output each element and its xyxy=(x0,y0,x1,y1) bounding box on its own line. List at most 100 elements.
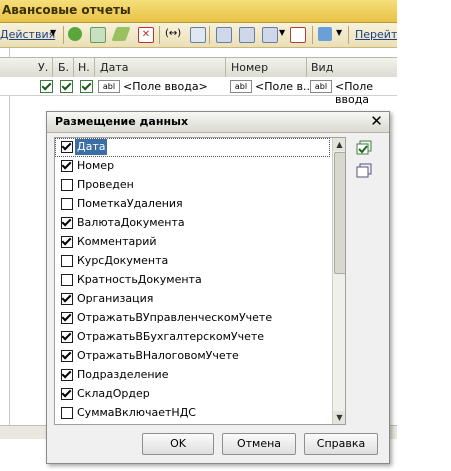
list-item[interactable]: ОтражатьВНалоговомУчете xyxy=(55,347,330,366)
cancel-button[interactable]: Отмена xyxy=(222,433,296,455)
grid-header: У. Б. Н. Дата Номер Вид поступления xyxy=(0,57,397,87)
delete-icon[interactable]: ✕ xyxy=(138,27,154,43)
dialog-title-bar: Размещение данных ✕ xyxy=(47,112,389,133)
column-header[interactable]: У. xyxy=(38,61,48,74)
list-item[interactable]: ОтражатьВУправленческомУчете xyxy=(55,309,330,328)
filter-icon[interactable] xyxy=(216,27,232,43)
field-checkbox[interactable] xyxy=(61,274,73,286)
field-checkbox[interactable] xyxy=(61,236,73,248)
list-item[interactable]: СкладОрдер xyxy=(55,385,330,404)
toolbar: Действия ▼ ✕ (↔) ▼ ▼ Перейти xyxy=(0,23,405,48)
field-checkbox[interactable] xyxy=(61,217,73,229)
column-separator xyxy=(94,58,95,77)
list-item[interactable]: СуммаВключаетНДС xyxy=(55,404,330,423)
field-checkbox[interactable] xyxy=(61,141,73,153)
scroll-thumb[interactable] xyxy=(334,152,345,274)
list-item[interactable]: ПометкаУдаления xyxy=(55,195,330,214)
type-cell[interactable]: <Поле ввода xyxy=(335,80,397,106)
text-field-icon: abl xyxy=(230,80,252,93)
ok-button[interactable]: OK xyxy=(142,433,214,455)
checkbox-management[interactable] xyxy=(40,80,53,93)
window-title-bar: Авансовые отчеты xyxy=(0,0,397,23)
field-label: Комментарий xyxy=(77,235,157,248)
field-label: ОтражатьВБухгалтерскомУчете xyxy=(77,330,265,343)
field-checkbox[interactable] xyxy=(61,350,73,362)
list-item[interactable]: Подразделение xyxy=(55,366,330,385)
filter-value-icon[interactable] xyxy=(239,27,255,43)
list-item[interactable]: КратностьДокумента xyxy=(55,271,330,290)
column-header[interactable]: Н. xyxy=(78,61,90,74)
field-list[interactable]: ▲ ▼ Дата Номер Проведен ПометкаУдаления Валю… xyxy=(54,137,346,425)
scroll-down-icon[interactable]: ▼ xyxy=(333,411,345,424)
field-checkbox[interactable] xyxy=(61,331,73,343)
column-header[interactable]: Дата xyxy=(100,61,128,74)
scroll-up-icon[interactable]: ▲ xyxy=(333,138,345,151)
actions-menu[interactable]: Действия xyxy=(0,28,55,41)
table-row[interactable]: abl <Поле ввода> abl <Поле в... abl <Пол… xyxy=(0,77,397,106)
uncheck-all-icon[interactable] xyxy=(355,163,373,179)
interval-icon[interactable]: (↔) xyxy=(165,27,181,41)
list-item[interactable]: Организация xyxy=(55,290,330,309)
field-label: Номер xyxy=(77,159,115,172)
help-button[interactable]: Справка xyxy=(304,433,378,455)
clear-filter-icon[interactable] xyxy=(290,27,306,43)
field-label: Подразделение xyxy=(77,368,169,381)
column-separator xyxy=(73,58,74,77)
field-label: Дата xyxy=(75,139,108,155)
edit-icon[interactable] xyxy=(111,27,131,41)
list-scrollbar[interactable]: ▲ ▼ xyxy=(332,138,345,424)
list-item[interactable]: Номер xyxy=(55,157,330,176)
field-checkbox[interactable] xyxy=(61,198,73,210)
chevron-down-icon[interactable]: ▼ xyxy=(50,28,56,37)
close-icon[interactable]: ✕ xyxy=(368,113,385,130)
checkbox-accounting[interactable] xyxy=(60,80,73,93)
check-all-icon[interactable] xyxy=(355,140,373,156)
date-cell[interactable]: <Поле ввода> xyxy=(123,80,208,93)
field-label: ВалютаДокумента xyxy=(77,216,185,229)
field-checkbox[interactable] xyxy=(61,255,73,267)
toolbar-separator xyxy=(209,26,210,44)
column-separator xyxy=(306,58,307,77)
filter-list-icon[interactable] xyxy=(262,27,278,43)
list-item[interactable]: КурсДокумента xyxy=(55,252,330,271)
list-item[interactable]: Проведен xyxy=(55,176,330,195)
checkbox-tax[interactable] xyxy=(80,80,93,93)
field-checkbox[interactable] xyxy=(61,388,73,400)
copy-icon[interactable] xyxy=(90,27,106,43)
column-separator xyxy=(52,58,53,77)
field-checkbox[interactable] xyxy=(61,293,73,305)
field-label: СуммаВключаетНДС xyxy=(77,406,196,419)
list-item[interactable]: Дата xyxy=(55,138,330,157)
field-label: Организация xyxy=(77,292,154,305)
column-header[interactable]: Б. xyxy=(58,61,69,74)
list-item[interactable]: ОтражатьВБухгалтерскомУчете xyxy=(55,328,330,347)
list-item[interactable]: ВалютаДокумента xyxy=(55,214,330,233)
field-checkbox[interactable] xyxy=(61,312,73,324)
field-label: ОтражатьВУправленческомУчете xyxy=(77,311,273,324)
field-checkbox[interactable] xyxy=(61,160,73,172)
left-border xyxy=(0,48,10,438)
field-checkbox[interactable] xyxy=(61,369,73,381)
right-blank xyxy=(397,0,451,471)
data-layout-dialog: Размещение данных ✕ ▲ ▼ Дата Номер Проведе… xyxy=(46,111,390,464)
field-label: ПометкаУдаления xyxy=(77,197,183,210)
toolbar-separator xyxy=(159,26,160,44)
field-label: КурсДокумента xyxy=(77,254,169,267)
text-field-icon: abl xyxy=(310,80,332,93)
chevron-down-icon[interactable]: ▼ xyxy=(279,28,285,37)
list-item[interactable]: Комментарий xyxy=(55,233,330,252)
field-label: СкладОрдер xyxy=(77,387,150,400)
dialog-title: Размещение данных xyxy=(55,115,189,128)
field-label: ОтражатьВНалоговомУчете xyxy=(77,349,239,362)
navigate-icon[interactable] xyxy=(318,27,332,41)
number-cell[interactable]: <Поле в... xyxy=(255,80,314,93)
column-header[interactable]: Номер xyxy=(231,61,268,74)
field-checkbox[interactable] xyxy=(61,407,73,419)
find-icon[interactable] xyxy=(190,27,206,43)
column-separator xyxy=(225,58,226,77)
chevron-down-icon[interactable]: ▼ xyxy=(336,28,342,37)
text-field-icon: abl xyxy=(98,80,120,93)
toolbar-separator xyxy=(63,26,64,44)
field-checkbox[interactable] xyxy=(61,179,73,191)
add-icon[interactable] xyxy=(68,27,82,41)
